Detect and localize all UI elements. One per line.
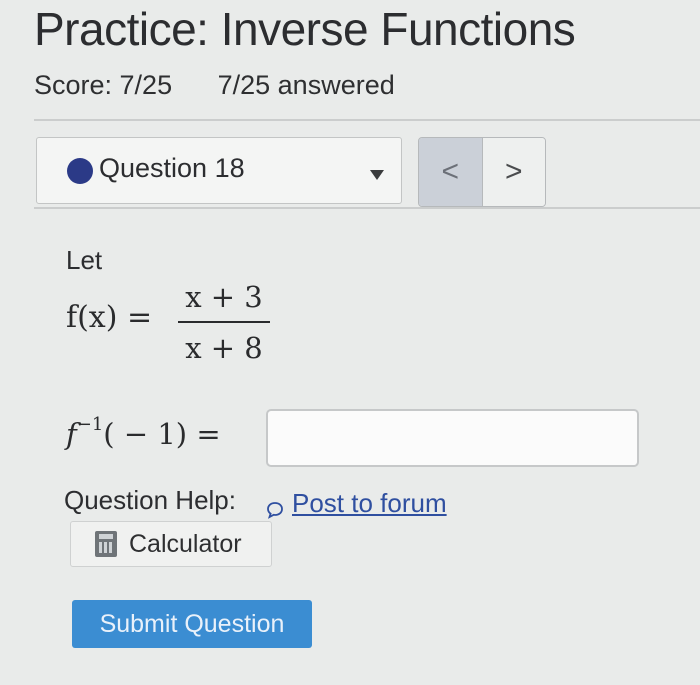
score-text: Score: 7/25 xyxy=(34,70,173,100)
inverse-f: f xyxy=(66,417,77,451)
question-help-label: Question Help: xyxy=(64,485,236,515)
status-dot-icon xyxy=(67,158,93,184)
problem-intro: Let xyxy=(66,245,103,275)
post-to-forum-text: Post to forum xyxy=(292,488,447,518)
fraction-denominator: x + 8 xyxy=(185,331,263,365)
score-row: Score: 7/25 7/25 answered xyxy=(34,70,395,101)
next-question-button[interactable]: > xyxy=(482,138,545,206)
answered-count: 7/25 answered xyxy=(217,70,395,100)
fraction-bar xyxy=(178,321,270,323)
calculator-icon xyxy=(95,531,117,557)
post-to-forum-link[interactable]: Post to forum xyxy=(266,488,447,519)
divider-top xyxy=(34,119,700,121)
inverse-prompt: f−1( − 1) = xyxy=(66,414,221,451)
function-lhs: f(x) = xyxy=(66,300,153,335)
page-title: Practice: Inverse Functions xyxy=(34,3,576,55)
inverse-exponent: −1 xyxy=(76,414,104,435)
fraction-numerator: x + 3 xyxy=(185,280,263,314)
divider-bottom xyxy=(34,207,700,209)
submit-question-button[interactable]: Submit Question xyxy=(72,600,312,648)
answer-input[interactable] xyxy=(266,409,639,467)
function-fraction: x + 3 x + 8 xyxy=(178,280,270,367)
calculator-button[interactable]: Calculator xyxy=(70,521,272,567)
question-label: Question 18 xyxy=(99,153,245,183)
question-nav-group: < > xyxy=(418,137,546,207)
speech-bubble-icon xyxy=(266,495,284,519)
calculator-label: Calculator xyxy=(129,529,242,558)
dropdown-caret-icon xyxy=(370,170,384,180)
previous-question-button[interactable]: < xyxy=(419,138,483,206)
question-select[interactable]: Question 18 xyxy=(36,137,402,204)
inverse-argument: ( − 1) = xyxy=(103,417,221,451)
